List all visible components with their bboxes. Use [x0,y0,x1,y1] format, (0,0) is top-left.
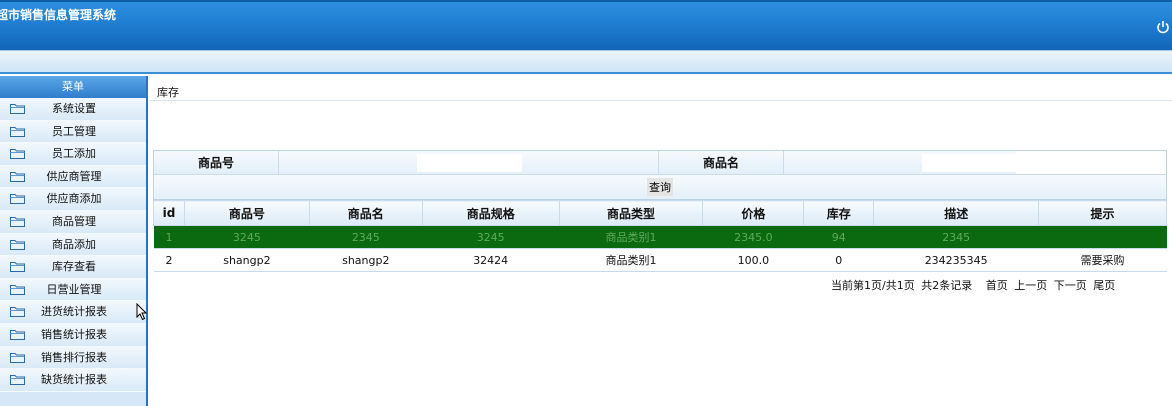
query-button[interactable]: 查询 [647,178,673,196]
sidebar-item[interactable]: 日营业管理 [0,278,146,302]
search-form: 商品号 商品名 查询 [153,150,1167,200]
inventory-table: id 商品号 商品名 商品规格 商品类型 价格 库存 描述 提示 1 3245 2345 3245 商品… [153,200,1167,272]
sidebar: 菜单 系统设置员工管理员工添加供应商管理供应商添加商品管理商品添加库存查看日营业… [0,76,148,406]
sidebar-item-label: 缺货统计报表 [41,373,107,387]
page-info: 当前第1页/共1页 [831,279,915,292]
sidebar-item[interactable]: 供应商管理 [0,165,146,189]
table-cell: 需要采购 [1038,248,1167,272]
record-count: 共2条记录 [921,279,973,292]
next-page-link[interactable]: 下一页 [1054,279,1087,292]
last-page-link[interactable]: 尾页 [1093,279,1115,292]
column-header: 商品号 [183,200,310,226]
table-cell: 2345 [309,225,423,249]
table-row[interactable]: 1 3245 2345 3245 商品类别1 2345.0 94 2345 [153,225,1167,249]
sidebar-item-label: 员工添加 [52,147,96,161]
table-cell: 94 [803,225,874,249]
product-id-input[interactable] [417,154,522,172]
sidebar-item[interactable]: 缺货统计报表 [0,369,146,392]
sidebar-item[interactable]: 销售排行报表 [0,346,146,370]
divider [150,100,1172,101]
table-cell: shangp2 [184,248,310,272]
sidebar-item[interactable]: 销售统计报表 [0,323,146,347]
sidebar-item-label: 销售统计报表 [41,327,107,341]
table-row[interactable]: 2 shangp2 shangp2 32424 商品类别1 100.0 0 234235345… [153,248,1167,272]
sidebar-item[interactable]: 进货统计报表 [0,301,146,324]
mouse-cursor-icon [136,303,148,321]
table-cell: 商品类别1 [559,248,703,272]
app-title: 超市销售信息管理系统 [0,8,117,22]
menu-title: 菜单 [0,76,146,98]
breadcrumb: 库存 [157,86,179,99]
column-header: 商品类型 [558,200,704,226]
table-cell: 2345 [873,225,1039,249]
pagination: 当前第1页/共1页 共2条记录 首页 上一页 下一页 尾页 [831,277,1118,293]
column-header: 价格 [702,200,805,226]
power-icon[interactable] [1156,20,1170,34]
sidebar-item[interactable]: 员工管理 [0,120,146,144]
sidebar-item-label: 供应商添加 [46,192,102,206]
column-header: 库存 [803,200,875,226]
table-cell: 100.0 [702,248,804,272]
first-page-link[interactable]: 首页 [986,279,1008,292]
product-id-cell [279,151,659,174]
sidebar-item[interactable]: 库存查看 [0,256,146,279]
sidebar-item[interactable]: 商品管理 [0,210,146,234]
query-row: 查询 [154,175,1166,199]
column-header: 提示 [1038,200,1167,226]
sidebar-item-label: 员工管理 [52,124,96,138]
app-header: 超市销售信息管理系统 [0,0,1172,50]
sidebar-item-label: 商品管理 [52,214,96,228]
sidebar-item-label: 系统设置 [52,102,96,115]
column-header: id [153,200,185,226]
sidebar-item[interactable]: 供应商添加 [0,188,146,211]
product-name-input[interactable] [922,154,1027,172]
table-cell: 32424 [422,248,560,272]
main-content: 库存 商品号 商品名 查询 id 商品号 商品名 商品规格 商品类型 价格 库存 描述 提示 1… [150,76,1172,406]
column-header: 商品规格 [421,200,560,226]
table-cell: 2 [153,248,185,272]
table-cell: 1 [153,225,185,249]
sidebar-item-label: 进货统计报表 [41,305,107,319]
table-cell: 234235345 [873,248,1039,272]
product-id-label: 商品号 [154,151,279,174]
table-cell: 3245 [422,225,560,249]
sidebar-item-label: 商品添加 [52,237,96,251]
sidebar-item[interactable]: 系统设置 [0,98,146,121]
sidebar-item-label: 日营业管理 [46,282,102,296]
table-cell: 3245 [184,225,310,249]
sub-toolbar [0,50,1172,74]
column-header: 商品名 [308,200,423,226]
table-cell: 0 [803,248,874,272]
prev-page-link[interactable]: 上一页 [1014,279,1047,292]
table-cell: 2345.0 [702,225,804,249]
table-cell: 商品类别1 [559,225,703,249]
sidebar-item[interactable]: 商品添加 [0,233,146,257]
sidebar-item-label: 库存查看 [52,260,96,274]
sidebar-item[interactable]: 员工添加 [0,143,146,166]
table-cell: shangp2 [309,248,423,272]
table-cell [1038,225,1167,249]
sidebar-item-label: 供应商管理 [46,169,102,183]
sidebar-item-label: 销售排行报表 [41,350,107,364]
product-name-cell [784,151,1027,174]
column-header: 描述 [873,200,1040,226]
product-name-label: 商品名 [659,151,784,174]
